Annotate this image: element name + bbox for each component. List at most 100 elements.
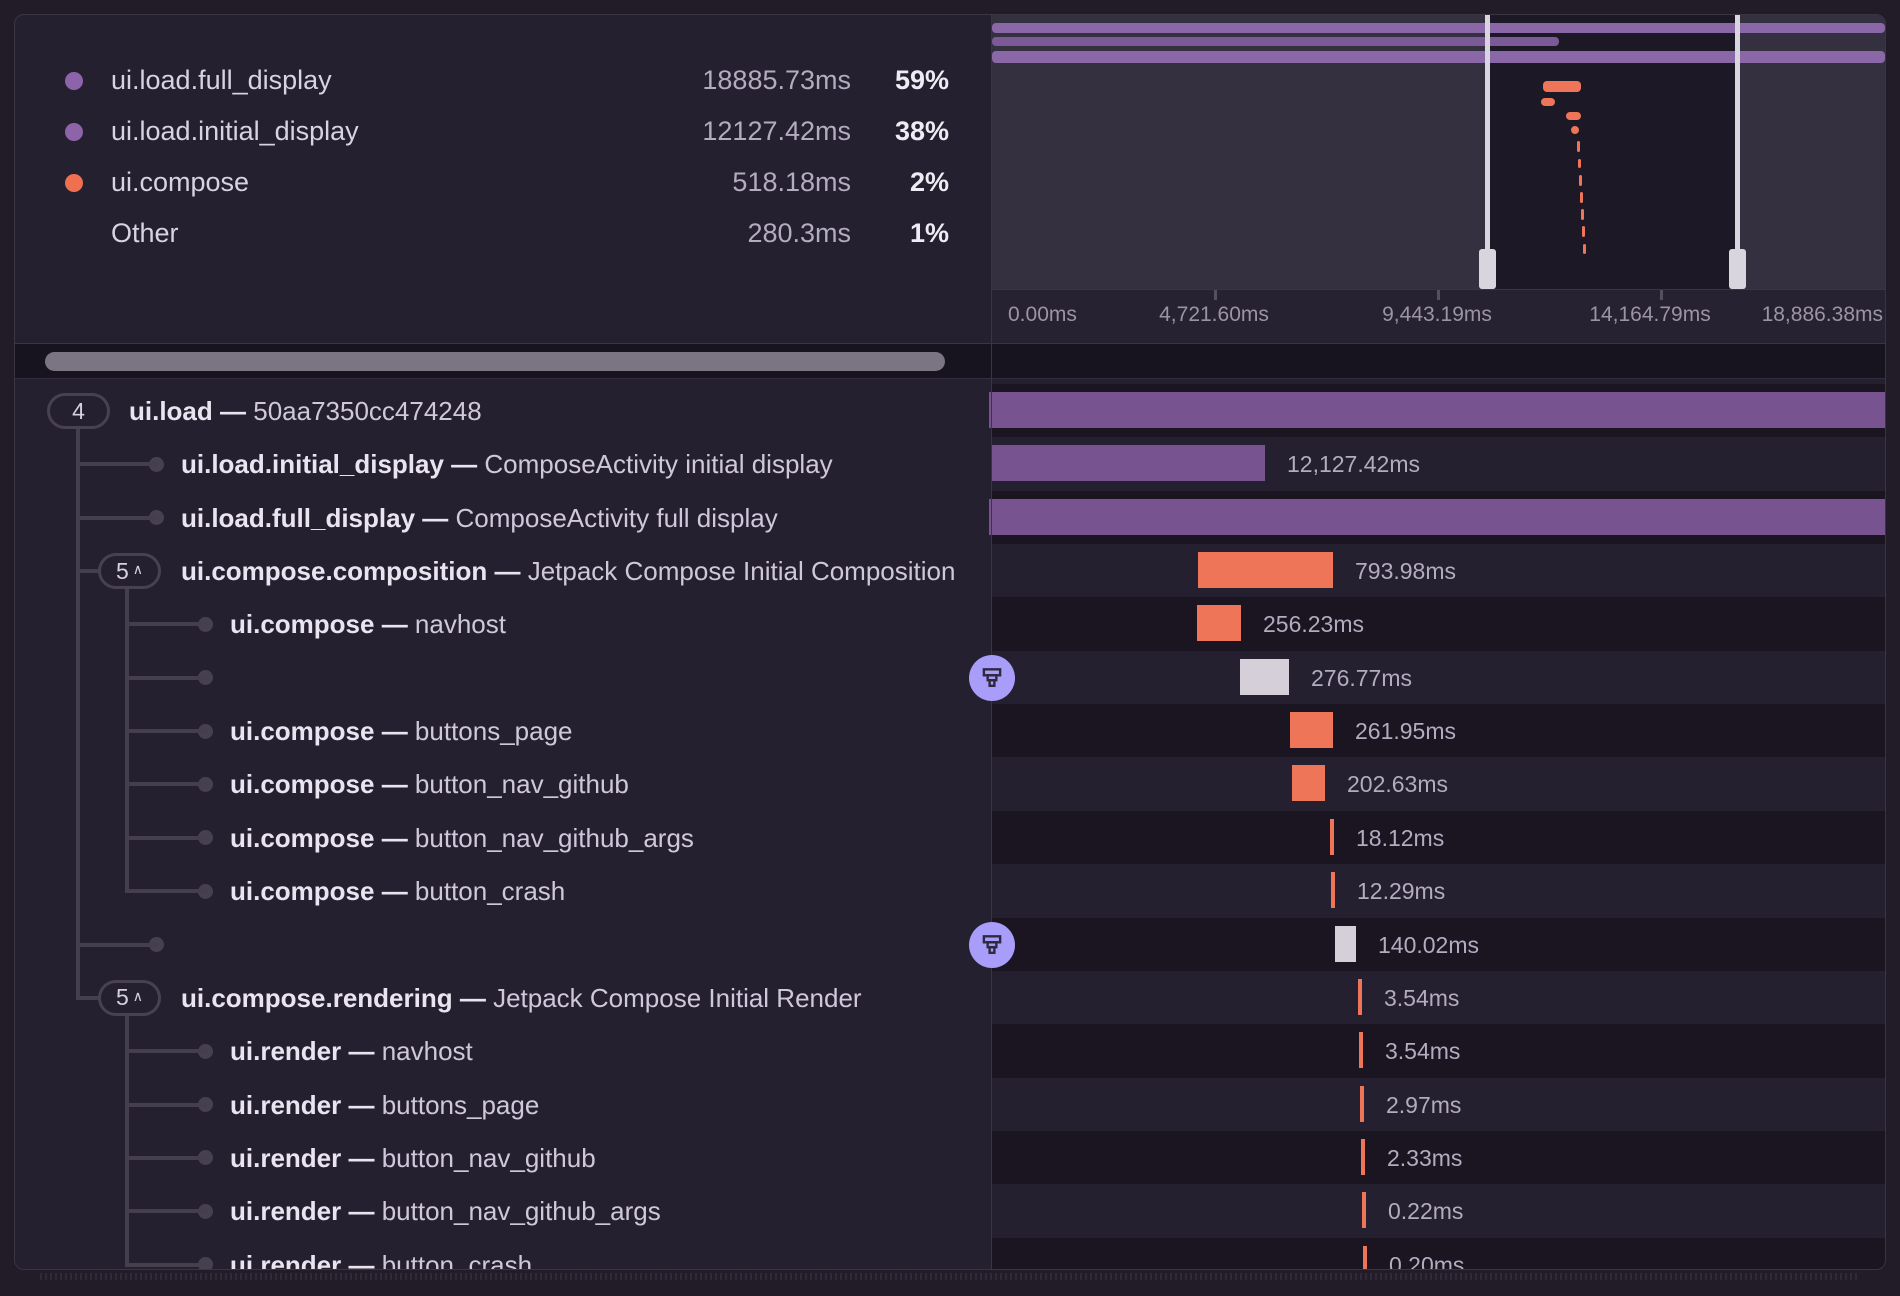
span-duration-label: 12,127.42ms	[1287, 451, 1420, 478]
span-duration-bar[interactable]	[1359, 1032, 1363, 1068]
span-duration-label: 3.54ms	[1385, 1038, 1460, 1065]
span-tree-row-label[interactable]: ui.render — button_nav_github_args	[230, 1195, 661, 1227]
span-duration-bar[interactable]	[1331, 872, 1335, 908]
legend-value: 280.3ms	[621, 218, 851, 249]
waterfall-row-stripe	[992, 651, 1885, 704]
chevron-up-icon: ∧	[133, 988, 143, 1005]
legend-percent: 2%	[851, 167, 949, 198]
span-tree-row-label[interactable]: ui.load — 50aa7350cc474248	[129, 395, 482, 427]
span-duration-bar[interactable]	[1362, 1192, 1366, 1228]
legend-color-dot	[65, 174, 83, 192]
minimap-span-bar	[1566, 112, 1581, 120]
span-tree-row-label[interactable]: ui.compose — button_nav_github_args	[230, 822, 694, 854]
span-duration-bar[interactable]	[1197, 605, 1241, 641]
span-duration-label: 0.22ms	[1388, 1198, 1463, 1225]
legend-value: 18885.73ms	[621, 65, 851, 96]
span-tree-row-label[interactable]: ui.compose — button_crash	[230, 875, 565, 907]
minimap-span-bar	[1581, 209, 1584, 220]
span-duration-bar[interactable]	[1240, 659, 1289, 695]
span-tree-row-label[interactable]: ui.load.full_display — ComposeActivity f…	[181, 502, 778, 534]
span-tree-row-label[interactable]: ui.render — button_nav_github	[230, 1142, 596, 1174]
span-duration-bar[interactable]	[991, 445, 1265, 481]
minimap-span-bar	[992, 23, 1885, 33]
span-duration-bar[interactable]	[1292, 765, 1325, 801]
trace-minimap: 0.00ms 4,721.60ms 9,443.19ms 14,164.79ms…	[992, 15, 1886, 343]
span-tree-row-label[interactable]: ui.load.initial_display — ComposeActivit…	[181, 448, 833, 480]
minimap-span-bar	[1541, 98, 1555, 106]
axis-label: 9,443.19ms	[1382, 303, 1492, 327]
span-children-count-badge[interactable]: 5∧	[98, 553, 161, 589]
tree-guide-line	[125, 1156, 207, 1160]
span-children-count-badge[interactable]: 4	[47, 393, 110, 429]
span-duration-bar[interactable]	[1330, 819, 1334, 855]
minimap-right-handle-grip[interactable]	[1729, 249, 1746, 289]
minimap-span-bar	[1579, 175, 1582, 186]
span-duration-label: 12.29ms	[1357, 878, 1445, 905]
span-duration-label: 261.95ms	[1355, 718, 1456, 745]
horizontal-scrollbar-track	[15, 344, 1885, 379]
span-duration-bar[interactable]	[1361, 1139, 1365, 1175]
span-duration-bar[interactable]	[1360, 1086, 1364, 1122]
span-tree-row-label[interactable]: ui.compose — button_nav_github	[230, 768, 629, 800]
profiling-flash-icon	[979, 665, 1005, 691]
legend-color-dot	[65, 123, 83, 141]
minimap-span-bar	[1571, 126, 1579, 134]
tree-guide-line	[125, 836, 207, 840]
bottom-resize-handle[interactable]	[0, 1270, 1900, 1296]
minimap-span-bar	[1578, 159, 1581, 168]
span-tree-row-label[interactable]: ui.render — navhost	[230, 1035, 473, 1067]
span-duration-bar[interactable]	[1335, 926, 1356, 962]
profile-icon[interactable]	[969, 922, 1015, 968]
panel-divider[interactable]	[991, 15, 992, 1269]
tree-guide-line	[76, 428, 80, 1000]
span-tree-waterfall: 4 ui.load — 50aa7350cc474248 12,127.42ms ui…	[15, 379, 1885, 1269]
span-duration-label: 2.97ms	[1386, 1092, 1461, 1119]
span-duration-label: 793.98ms	[1355, 558, 1456, 585]
span-tree-row-label[interactable]: ui.compose.composition — Jetpack Compose…	[181, 555, 955, 587]
span-duration-bar[interactable]	[1358, 979, 1362, 1015]
horizontal-scrollbar-thumb[interactable]	[45, 352, 945, 371]
tree-guide-line	[125, 782, 207, 786]
trace-view-page: ui.load.full_display 18885.73ms 59% ui.l…	[0, 0, 1900, 1296]
tree-guide-line	[76, 943, 158, 947]
legend-label: ui.load.initial_display	[111, 116, 621, 147]
span-duration-bar[interactable]	[989, 392, 1885, 428]
waterfall-row-stripe	[992, 597, 1885, 650]
minimap-canvas[interactable]	[992, 15, 1886, 289]
span-tree-row-label[interactable]: ui.render — button_crash	[230, 1249, 532, 1269]
span-duration-bar[interactable]	[989, 499, 1885, 535]
span-duration-bar[interactable]	[1290, 712, 1333, 748]
axis-label: 4,721.60ms	[1159, 303, 1269, 327]
tree-guide-line	[76, 462, 158, 466]
minimap-time-axis: 0.00ms 4,721.60ms 9,443.19ms 14,164.79ms…	[992, 289, 1886, 343]
span-duration-label: 2.33ms	[1387, 1145, 1462, 1172]
span-duration-bar[interactable]	[1363, 1246, 1367, 1269]
legend-label: ui.load.full_display	[111, 65, 621, 96]
tree-guide-line	[125, 622, 207, 626]
tree-guide-line	[76, 569, 100, 573]
minimap-right-handle[interactable]	[1735, 15, 1740, 289]
tree-guide-line	[125, 676, 207, 680]
minimap-span-bar	[1580, 192, 1583, 203]
minimap-left-handle-grip[interactable]	[1479, 249, 1496, 289]
legend-percent: 1%	[851, 218, 949, 249]
span-tree-row-label[interactable]: ui.render — buttons_page	[230, 1089, 539, 1121]
legend-percent: 59%	[851, 65, 949, 96]
minimap-left-handle[interactable]	[1485, 15, 1490, 289]
span-duration-bar[interactable]	[1198, 552, 1333, 588]
profile-icon[interactable]	[969, 655, 1015, 701]
legend-item: ui.load.full_display 18885.73ms 59%	[65, 55, 949, 106]
tree-guide-line	[76, 516, 158, 520]
trace-header-section: ui.load.full_display 18885.73ms 59% ui.l…	[15, 15, 1885, 344]
span-children-count-badge[interactable]: 5∧	[98, 980, 161, 1016]
tree-guide-line	[125, 1049, 207, 1053]
legend-value: 518.18ms	[621, 167, 851, 198]
span-tree-row-label[interactable]: ui.compose — buttons_page	[230, 715, 573, 747]
span-tree-row-label[interactable]: ui.compose.rendering — Jetpack Compose I…	[181, 982, 862, 1014]
legend-color-dot	[65, 72, 83, 90]
legend-item: Other 280.3ms 1%	[65, 208, 949, 259]
tree-guide-line	[125, 588, 129, 893]
span-tree-row-label[interactable]: ui.compose — navhost	[230, 608, 506, 640]
tree-guide-line	[125, 889, 207, 893]
legend-color-dot	[65, 225, 83, 243]
